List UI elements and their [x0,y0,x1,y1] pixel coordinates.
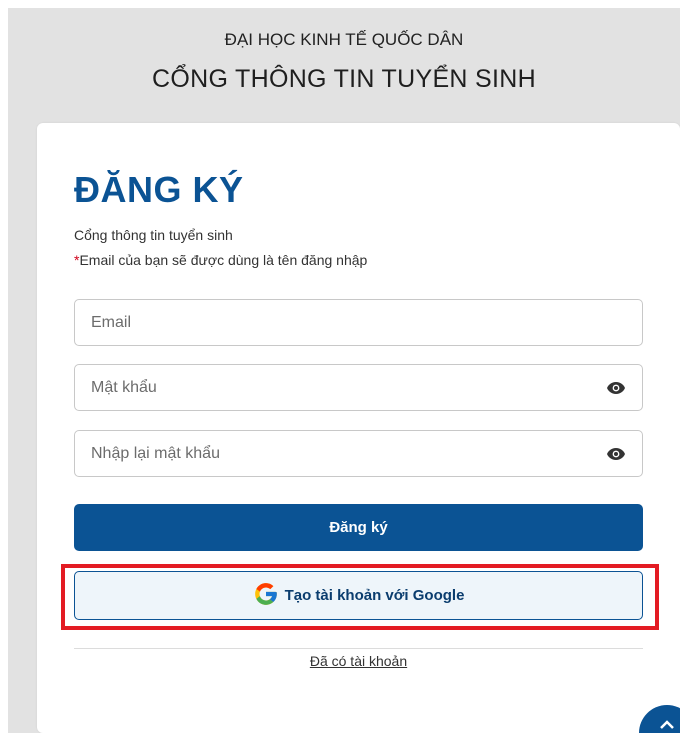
university-name: ĐẠI HỌC KINH TẾ QUỐC DÂN [224,30,464,49]
email-note: *Email của bạn sẽ được dùng là tên đăng … [74,252,367,268]
form-subtitle: Cổng thông tin tuyển sinh [74,227,233,243]
email-note-text: Email của bạn sẽ được dùng là tên đăng n… [79,252,368,268]
register-card: ĐĂNG KÝ Cổng thông tin tuyển sinh *Email… [37,123,680,733]
login-link[interactable]: Đã có tài khoản [37,653,680,669]
confirm-password-field[interactable] [74,430,643,477]
password-input[interactable] [91,365,606,410]
register-button[interactable]: Đăng ký [74,504,643,551]
eye-icon[interactable] [606,381,626,395]
email-field[interactable] [74,299,643,346]
portal-title: CỔNG THÔNG TIN TUYỂN SINH [152,65,536,93]
form-title: ĐĂNG KÝ [74,169,244,210]
email-input[interactable] [91,300,626,345]
google-signup-label: Tạo tài khoản với Google [284,587,465,604]
password-field[interactable] [74,364,643,411]
eye-icon[interactable] [606,447,626,461]
page-background: ĐẠI HỌC KINH TẾ QUỐC DÂN CỔNG THÔNG TIN … [8,8,680,733]
google-signup-button[interactable]: Tạo tài khoản với Google [74,571,643,620]
divider [74,648,643,649]
chevron-up-icon [660,717,674,733]
google-g-icon [253,581,279,611]
confirm-password-input[interactable] [91,431,606,476]
